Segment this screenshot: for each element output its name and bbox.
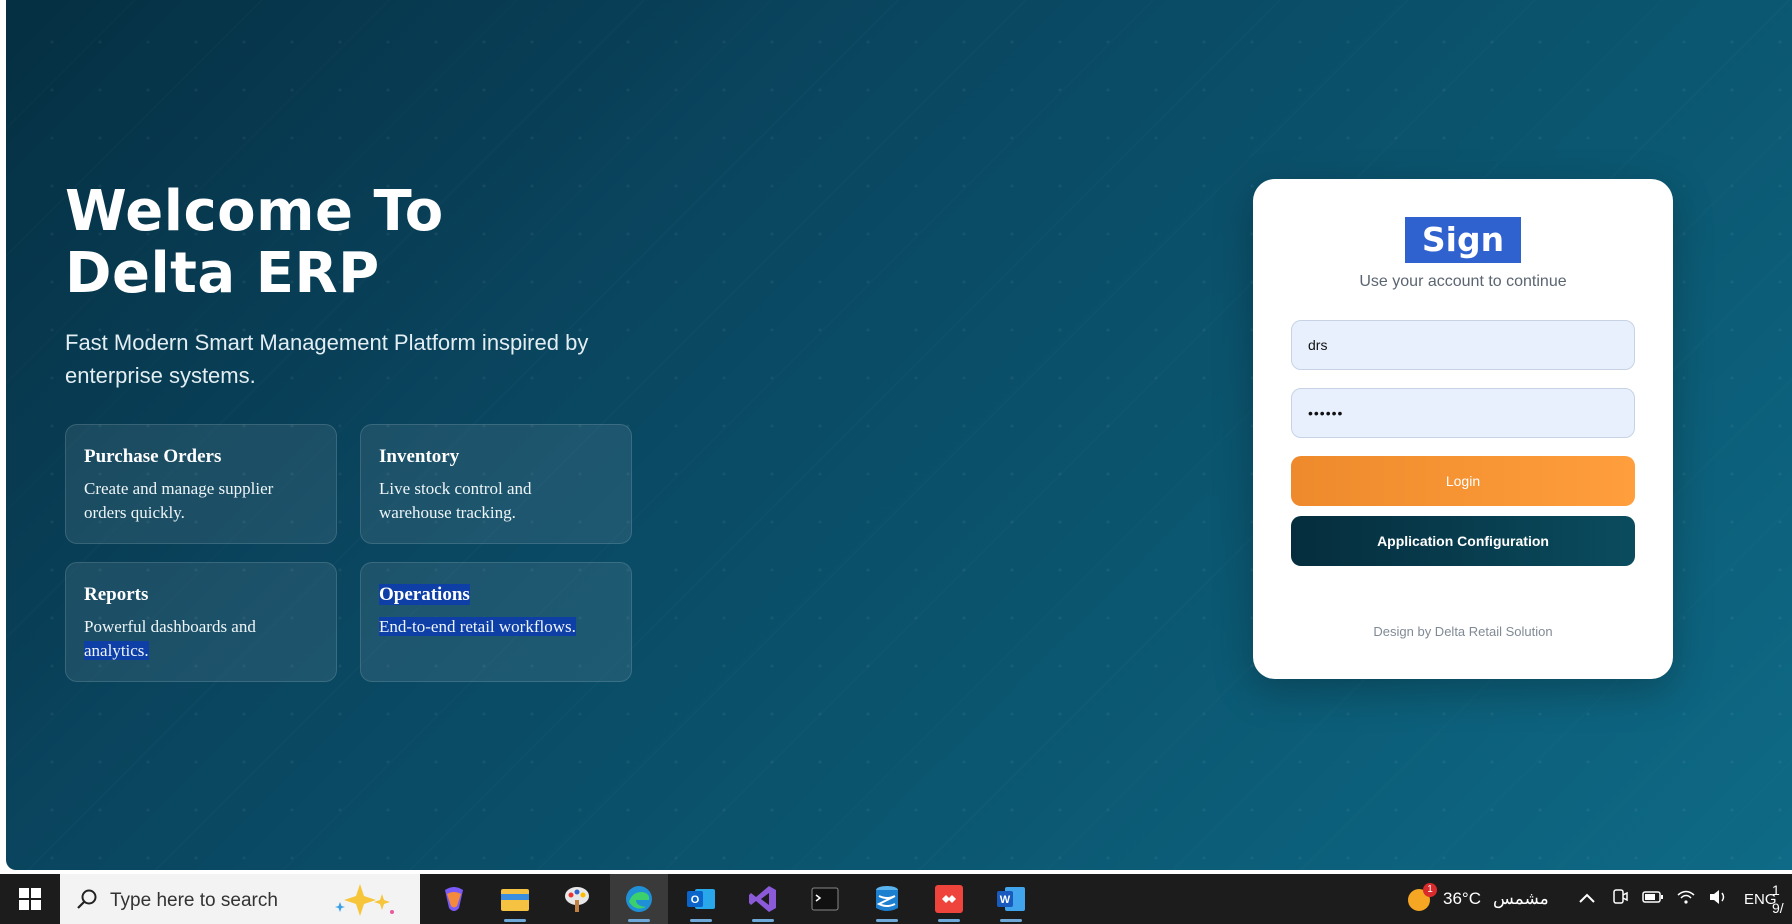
word-icon[interactable]: W — [982, 874, 1040, 924]
feature-desc: Powerful dashboards and analytics. — [84, 615, 318, 663]
active-indicator — [628, 919, 650, 922]
feature-desc: Live stock control and warehouse trackin… — [379, 477, 613, 525]
outlook-icon[interactable]: O — [672, 874, 730, 924]
active-indicator — [876, 919, 898, 922]
feature-desc-line1: Powerful dashboards and — [84, 617, 256, 636]
visual-studio-icon[interactable] — [734, 874, 792, 924]
chevron-up-icon[interactable] — [1578, 889, 1596, 909]
active-indicator — [690, 919, 712, 922]
weather-badge: 1 — [1423, 883, 1437, 897]
taskbar-search-box[interactable]: Type here to search — [60, 874, 420, 924]
hero-subtitle-line1: Fast Modern Smart Management Platform in… — [65, 330, 589, 355]
password-field[interactable] — [1291, 388, 1635, 438]
feature-title: Operations — [379, 583, 613, 607]
hero-title: Welcome To Delta ERP — [65, 181, 665, 305]
weather-sun-icon: 1 — [1405, 883, 1437, 913]
hero-title-line2: Delta ERP — [65, 241, 380, 306]
weather-text: مشمس — [1492, 889, 1549, 908]
clock[interactable]: 1 9/ — [1772, 874, 1792, 924]
feature-desc-line2: analytics. — [84, 641, 149, 660]
feature-desc-line1: End-to-end retail workflows. — [379, 617, 576, 636]
search-placeholder: Type here to search — [110, 890, 278, 911]
username-field[interactable] — [1291, 320, 1635, 370]
copilot-sparkle-icon — [330, 882, 400, 923]
feature-card-reports: Reports Powerful dashboards and analytic… — [65, 562, 337, 682]
login-subtitle: Use your account to continue — [1359, 273, 1567, 290]
feature-desc-line1: Live stock control and — [379, 479, 532, 498]
azure-data-studio-icon[interactable] — [858, 874, 916, 924]
anydesk-icon[interactable] — [920, 874, 978, 924]
feature-card-purchase-orders: Purchase Orders Create and manage suppli… — [65, 424, 337, 544]
windows-start-icon[interactable] — [0, 874, 60, 924]
active-indicator — [752, 919, 774, 922]
copilot-app-icon[interactable] — [425, 874, 483, 924]
svg-text:W: W — [1000, 894, 1011, 906]
feature-desc-line2: orders quickly. — [84, 503, 185, 522]
system-tray: ENG — [1578, 874, 1777, 924]
login-title: Sign In — [1405, 217, 1521, 305]
feature-grid: Purchase Orders Create and manage suppli… — [65, 424, 632, 682]
weather-widget[interactable]: 1 36°C مشمس — [1405, 874, 1549, 924]
hero-title-line1: Welcome To — [65, 179, 444, 244]
login-card: Sign In Use your account to continue Log… — [1253, 179, 1673, 679]
feature-title-text: Operations — [379, 584, 470, 605]
meet-now-icon[interactable] — [1612, 888, 1628, 911]
active-indicator — [938, 919, 960, 922]
feature-desc-line2: warehouse tracking. — [379, 503, 516, 522]
login-footer: Design by Delta Retail Solution — [1373, 624, 1553, 639]
hero-section: Welcome To Delta ERP Fast Modern Smart M… — [65, 181, 665, 392]
paint-app-icon[interactable] — [548, 874, 606, 924]
svg-text:O: O — [691, 894, 700, 906]
feature-card-inventory: Inventory Live stock control and warehou… — [360, 424, 632, 544]
clock-time: 1 — [1772, 882, 1780, 898]
battery-icon[interactable] — [1642, 889, 1664, 909]
search-icon — [76, 888, 98, 915]
file-explorer-icon[interactable] — [486, 874, 544, 924]
feature-title: Reports — [84, 584, 149, 605]
feature-title: Purchase Orders — [84, 446, 222, 467]
hero-subtitle: Fast Modern Smart Management Platform in… — [65, 326, 625, 392]
app-window: Welcome To Delta ERP Fast Modern Smart M… — [6, 0, 1792, 870]
speaker-icon[interactable] — [1708, 889, 1728, 910]
clock-date: 9/ — [1772, 900, 1784, 916]
feature-desc-line1: Create and manage supplier — [84, 479, 274, 498]
feature-title: Inventory — [379, 446, 460, 467]
feature-desc: End-to-end retail workflows. — [379, 615, 613, 639]
application-configuration-button[interactable]: Application Configuration — [1291, 516, 1635, 566]
taskbar: Type here to search O W 1 36°C مشمس ENG … — [0, 874, 1792, 924]
active-indicator — [1000, 919, 1022, 922]
hero-subtitle-line2: enterprise systems. — [65, 363, 256, 388]
edge-browser-icon[interactable] — [610, 874, 668, 924]
feature-card-operations: Operations End-to-end retail workflows. — [360, 562, 632, 682]
weather-temp: 36°C — [1443, 889, 1481, 908]
login-button[interactable]: Login — [1291, 456, 1635, 506]
wifi-icon[interactable] — [1676, 889, 1696, 910]
terminal-icon[interactable] — [796, 874, 854, 924]
active-indicator — [504, 919, 526, 922]
feature-desc: Create and manage supplier orders quickl… — [84, 477, 318, 525]
